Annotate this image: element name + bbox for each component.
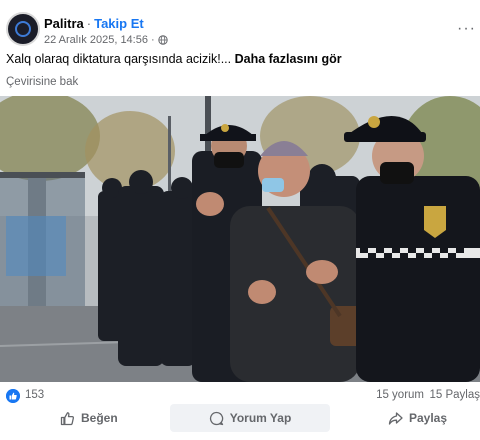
- comment-button[interactable]: Yorum Yap: [170, 404, 330, 432]
- post-header: Palitra · Takip Et 22 Aralık 2025, 14:56 ·…: [6, 12, 480, 48]
- globe-icon: [157, 35, 168, 45]
- comment-button-label: Yorum Yap: [229, 411, 292, 425]
- post-meta: 22 Aralık 2025, 14:56 ·: [44, 34, 168, 46]
- post-photo[interactable]: [0, 96, 480, 382]
- name-separator: ·: [86, 16, 92, 31]
- comment-icon: [209, 411, 223, 425]
- like-reaction-icon[interactable]: [6, 389, 20, 403]
- like-count[interactable]: 153: [25, 389, 44, 401]
- share-count[interactable]: 15 Paylaş: [429, 389, 480, 401]
- name-line: Palitra · Takip Et: [44, 16, 144, 31]
- facebook-post-card: Palitra · Takip Et 22 Aralık 2025, 14:56 ·…: [0, 0, 480, 440]
- post-actions: Beğen Yorum Yap Paylaş: [0, 404, 480, 432]
- post-text: Xalq olaraq diktatura qarşısında acizik!…: [6, 52, 342, 66]
- post-body: Xalq olaraq diktatura qarşısında acizik!…: [6, 52, 232, 66]
- page-avatar[interactable]: [6, 12, 40, 46]
- like-button-label: Beğen: [81, 411, 118, 425]
- share-button[interactable]: Paylaş: [388, 404, 447, 432]
- like-button[interactable]: Beğen: [60, 404, 118, 432]
- more-options-icon[interactable]: ···: [457, 20, 476, 38]
- post-timestamp[interactable]: 22 Aralık 2025, 14:56: [44, 34, 148, 46]
- see-translation-link[interactable]: Çevirisine bak: [6, 76, 78, 88]
- photo-image: [0, 96, 480, 382]
- page-name-link[interactable]: Palitra: [44, 16, 84, 31]
- see-more-link[interactable]: Daha fazlasını gör: [235, 52, 342, 66]
- avatar-logo-ring: [15, 21, 31, 37]
- thumbs-up-icon: [60, 411, 74, 425]
- follow-button[interactable]: Takip Et: [94, 16, 144, 31]
- meta-dot: ·: [150, 34, 155, 46]
- share-button-label: Paylaş: [409, 411, 448, 425]
- comment-count[interactable]: 15 yorum: [376, 389, 424, 401]
- share-arrow-icon: [388, 411, 403, 425]
